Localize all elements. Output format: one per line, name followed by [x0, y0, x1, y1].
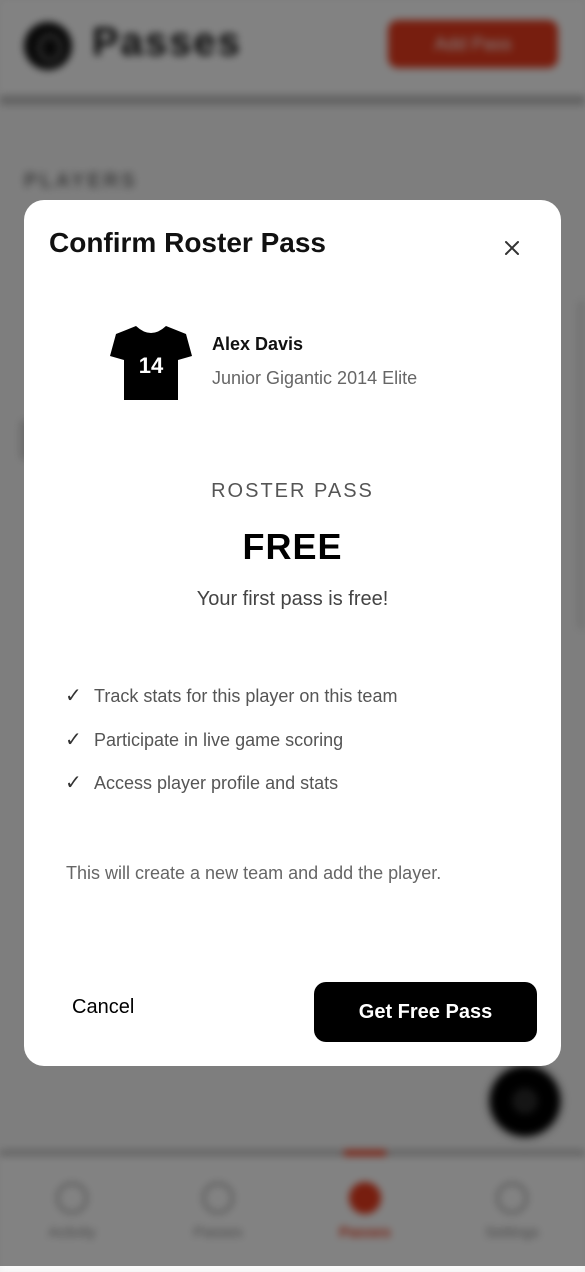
feature-item: ✓ Participate in live game scoring [65, 729, 397, 773]
close-icon [505, 241, 519, 255]
checkmark-icon: ✓ [65, 772, 82, 794]
cancel-button[interactable]: Cancel [72, 996, 134, 1019]
feature-text: Participate in live game scoring [94, 729, 344, 750]
checkmark-icon: ✓ [65, 685, 82, 707]
player-summary: 14 Alex Davis Junior Gigantic 2014 Elite [110, 320, 530, 400]
feature-list: ✓ Track stats for this player on this te… [65, 685, 397, 816]
confirm-roster-pass-dialog: Confirm Roster Pass 14 Alex Davis Junior… [24, 200, 561, 1066]
checkmark-icon: ✓ [65, 728, 82, 751]
jersey-number: 14 [139, 353, 164, 378]
feature-text: Track stats for this player on this team [94, 686, 398, 706]
dialog-title: Confirm Roster Pass [49, 227, 326, 258]
feature-text: Access player profile and stats [94, 773, 339, 793]
player-name: Alex Davis [212, 334, 304, 354]
player-team: Junior Gigantic 2014 Elite [212, 368, 418, 388]
pass-type-label: ROSTER PASS [211, 480, 374, 502]
price-note: Your first pass is free! [196, 588, 389, 610]
feature-item: ✓ Access player profile and stats [65, 772, 397, 816]
info-note: This will create a new team and add the … [66, 863, 442, 883]
jersey-icon: 14 [110, 325, 192, 400]
pass-price: FREE [242, 526, 343, 567]
close-button[interactable] [496, 232, 528, 264]
get-free-pass-button[interactable]: Get Free Pass [314, 982, 537, 1042]
feature-item: ✓ Track stats for this player on this te… [65, 685, 397, 729]
